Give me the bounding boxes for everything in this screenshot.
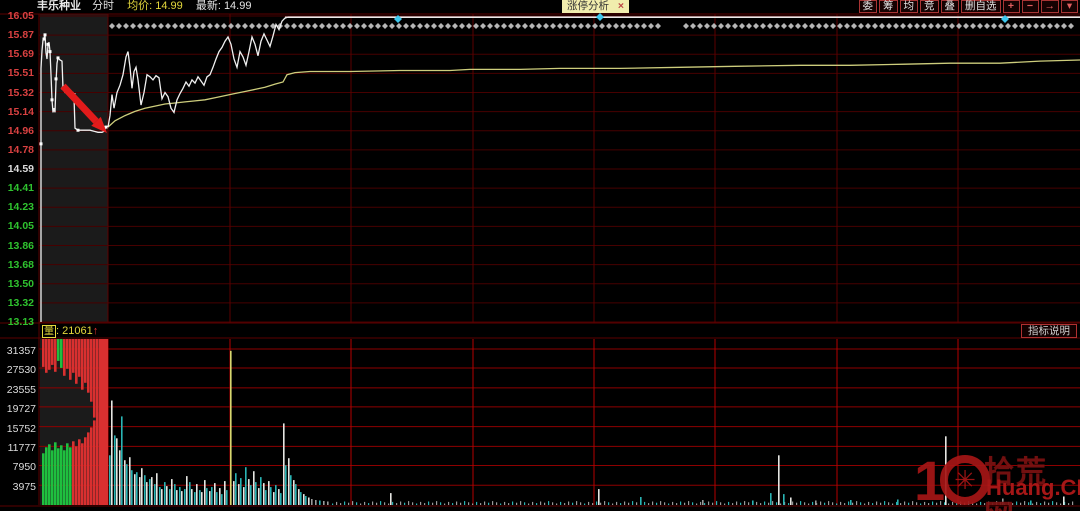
volume-up-arrow-icon: ↑ [93, 325, 99, 337]
toolbar-button-remove-watchlist[interactable]: 删自选 [961, 0, 1001, 13]
last-price-readout: 最新: 14.99 [196, 0, 252, 12]
price-axis-label: 13.86 [0, 240, 34, 252]
average-price-readout: 均价: 14.99 [127, 0, 183, 12]
price-axis-label: 14.96 [0, 125, 34, 137]
stock-name: 丰乐种业 [37, 0, 81, 12]
chart-type-label: 分时 [92, 0, 114, 12]
quote-summary: 丰乐种业 分时 均价: 14.99 最新: 14.99 [37, 0, 251, 13]
volume-readout: 量: 21061↑ [42, 324, 98, 338]
toolbar-button-order[interactable]: 委 [859, 0, 878, 13]
tab-close-icon[interactable]: × [618, 0, 624, 12]
toolbar-button-avg[interactable]: 均 [900, 0, 919, 13]
volume-axis-label: 15752 [0, 423, 36, 435]
volume-axis-label: 7950 [0, 461, 36, 473]
volume-axis-label: 19727 [0, 403, 36, 415]
header-bar: 丰乐种业 分时 均价: 14.99 最新: 14.99 涨停分析 × 委 筹 均… [0, 0, 1080, 14]
toolbar-button-auction[interactable]: 竞 [920, 0, 939, 13]
price-axis-label: 15.87 [0, 29, 34, 41]
volume-axis-label: 3975 [0, 481, 36, 493]
volume-axis-label: 27530 [0, 364, 36, 376]
intraday-chart-canvas[interactable] [0, 0, 1080, 511]
price-axis-label: 14.78 [0, 144, 34, 156]
volume-axis-label: 11777 [0, 442, 36, 454]
zoom-out-icon[interactable]: − [1022, 0, 1039, 13]
toolbar-button-overlay[interactable]: 叠 [941, 0, 960, 13]
stock-trading-app: { "header": { "stock_name": "丰乐种业", "cha… [0, 0, 1080, 511]
price-axis-label: 13.50 [0, 278, 34, 290]
price-axis-label: 13.13 [0, 316, 34, 328]
price-axis-label: 15.14 [0, 106, 34, 118]
volume-axis-label: 31357 [0, 345, 36, 357]
next-icon[interactable]: → [1041, 0, 1060, 13]
volume-icon: 量 [42, 325, 56, 338]
indicator-help-button[interactable]: 指标说明 [1021, 324, 1077, 338]
price-axis-label: 14.41 [0, 182, 34, 194]
price-axis-label: 15.32 [0, 87, 34, 99]
volume-bars [42, 339, 1073, 505]
price-axis-label: 13.32 [0, 297, 34, 309]
price-axis-label: 15.69 [0, 48, 34, 60]
price-axis-label: 14.59 [0, 163, 34, 175]
limit-diamond-chain [109, 23, 1074, 29]
tab-limit-up-analysis[interactable]: 涨停分析 × [562, 0, 629, 13]
volume-value: : 21061 [56, 325, 93, 337]
tab-label: 涨停分析 [567, 0, 609, 12]
price-axis-label: 14.05 [0, 220, 34, 232]
volume-axis-label: 23555 [0, 384, 36, 396]
price-axis-label: 16.05 [0, 10, 34, 22]
price-axis-label: 14.23 [0, 201, 34, 213]
price-axis-label: 15.51 [0, 67, 34, 79]
price-axis-label: 13.68 [0, 259, 34, 271]
chart-toolbar: 委 筹 均 竞 叠 删自选 + − → ▾ [859, 0, 1079, 13]
toolbar-button-chips[interactable]: 筹 [879, 0, 898, 13]
zoom-in-icon[interactable]: + [1003, 0, 1020, 13]
dropdown-caret-icon[interactable]: ▾ [1061, 0, 1078, 13]
